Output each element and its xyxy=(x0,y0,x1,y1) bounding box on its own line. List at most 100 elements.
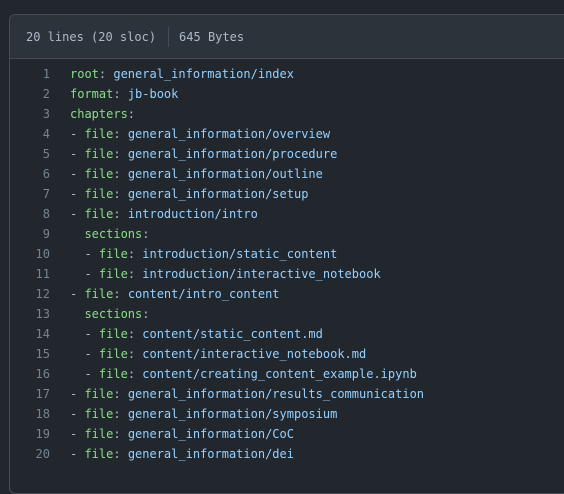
colon: : xyxy=(127,107,136,121)
line-number[interactable]: 9 xyxy=(10,224,50,244)
colon: : xyxy=(113,187,128,201)
code-line: 8- file: introduction/intro xyxy=(10,204,564,224)
line-content: - file: general_information/procedure xyxy=(50,144,337,164)
list-dash: - xyxy=(70,407,85,421)
yaml-key: file xyxy=(84,187,114,201)
yaml-key: file xyxy=(84,207,114,221)
file-info-bar: 20 lines (20 sloc) 645 Bytes xyxy=(10,15,564,59)
code-line: 5- file: general_information/procedure xyxy=(10,144,564,164)
yaml-value: general_information/dei xyxy=(127,447,294,461)
colon: : xyxy=(98,67,114,81)
code-line: 17- file: general_information/results_co… xyxy=(10,384,564,404)
list-dash: - xyxy=(70,207,85,221)
code-line: 6- file: general_information/outline xyxy=(10,164,564,184)
list-dash: - xyxy=(84,327,99,341)
list-dash: - xyxy=(70,127,85,141)
colon: : xyxy=(127,367,143,381)
list-dash: - xyxy=(70,427,85,441)
line-number[interactable]: 18 xyxy=(10,404,50,424)
code-line: 12- file: content/intro_content xyxy=(10,284,564,304)
code-line: 18- file: general_information/symposium xyxy=(10,404,564,424)
line-number[interactable]: 13 xyxy=(10,304,50,324)
line-content: - file: introduction/intro xyxy=(50,204,258,224)
line-content: format: jb-book xyxy=(50,84,178,104)
yaml-key: file xyxy=(84,287,114,301)
yaml-key: file xyxy=(84,147,114,161)
code-line: 4- file: general_information/overview xyxy=(10,124,564,144)
code-line: 20- file: general_information/dei xyxy=(10,444,564,464)
line-number[interactable]: 10 xyxy=(10,244,50,264)
file-size: 645 Bytes xyxy=(179,29,245,44)
yaml-key: file xyxy=(84,427,114,441)
yaml-key: file xyxy=(98,247,128,261)
yaml-key: format xyxy=(70,87,114,101)
colon: : xyxy=(127,347,143,361)
line-number[interactable]: 17 xyxy=(10,384,50,404)
line-content: - file: general_information/results_comm… xyxy=(50,384,424,404)
line-number[interactable]: 6 xyxy=(10,164,50,184)
line-number[interactable]: 2 xyxy=(10,84,50,104)
line-content: - file: introduction/static_content xyxy=(50,244,337,264)
code-line: 10 - file: introduction/static_content xyxy=(10,244,564,264)
line-content: - file: general_information/overview xyxy=(50,124,330,144)
line-content: - file: general_information/symposium xyxy=(50,404,337,424)
line-number[interactable]: 19 xyxy=(10,424,50,444)
line-number[interactable]: 12 xyxy=(10,284,50,304)
list-dash: - xyxy=(70,447,85,461)
line-number[interactable]: 20 xyxy=(10,444,50,464)
line-content: - file: general_information/dei xyxy=(50,444,294,464)
colon: : xyxy=(127,327,143,341)
yaml-key: file xyxy=(84,127,114,141)
yaml-value: general_information/results_communicatio… xyxy=(127,387,425,401)
colon: : xyxy=(113,127,128,141)
colon: : xyxy=(127,267,143,281)
list-dash: - xyxy=(84,347,99,361)
colon: : xyxy=(113,287,128,301)
colon: : xyxy=(113,407,128,421)
line-number[interactable]: 3 xyxy=(10,104,50,124)
line-content: root: general_information/index xyxy=(50,64,294,84)
list-dash: - xyxy=(70,287,85,301)
yaml-value: introduction/intro xyxy=(127,207,258,221)
line-number[interactable]: 4 xyxy=(10,124,50,144)
code-line: 14 - file: content/static_content.md xyxy=(10,324,564,344)
colon: : xyxy=(113,207,128,221)
list-dash: - xyxy=(70,147,85,161)
list-dash: - xyxy=(70,187,85,201)
line-number[interactable]: 16 xyxy=(10,364,50,384)
line-content: - file: content/interactive_notebook.md xyxy=(50,344,366,364)
code-line: 19 - file: general_information/CoC xyxy=(10,424,564,444)
yaml-value: content/static_content.md xyxy=(142,327,323,341)
line-content: - file: content/creating_content_example… xyxy=(50,364,417,384)
yaml-value: general_information/CoC xyxy=(127,427,294,441)
code-line: 2 format: jb-book xyxy=(10,84,564,104)
yaml-key: file xyxy=(98,327,128,341)
line-number[interactable]: 7 xyxy=(10,184,50,204)
line-content: - file: introduction/interactive_noteboo… xyxy=(50,264,381,284)
yaml-key: file xyxy=(98,347,128,361)
line-number[interactable]: 11 xyxy=(10,264,50,284)
line-number[interactable]: 15 xyxy=(10,344,50,364)
yaml-value: introduction/static_content xyxy=(142,247,338,261)
list-dash: - xyxy=(84,247,99,261)
list-dash: - xyxy=(84,267,99,281)
yaml-value: content/creating_content_example.ipynb xyxy=(142,367,417,381)
line-content: - file: content/intro_content xyxy=(50,284,280,304)
yaml-value: introduction/interactive_notebook xyxy=(142,267,381,281)
yaml-value: general_information/procedure xyxy=(127,147,338,161)
yaml-key: file xyxy=(84,387,114,401)
line-content: sections: xyxy=(50,304,149,324)
colon: : xyxy=(113,167,128,181)
line-number[interactable]: 14 xyxy=(10,324,50,344)
line-number[interactable]: 1 xyxy=(10,64,50,84)
line-number[interactable]: 8 xyxy=(10,204,50,224)
yaml-key: sections xyxy=(84,307,143,321)
line-number[interactable]: 5 xyxy=(10,144,50,164)
line-content: - file: content/static_content.md xyxy=(50,324,323,344)
colon: : xyxy=(113,427,128,441)
